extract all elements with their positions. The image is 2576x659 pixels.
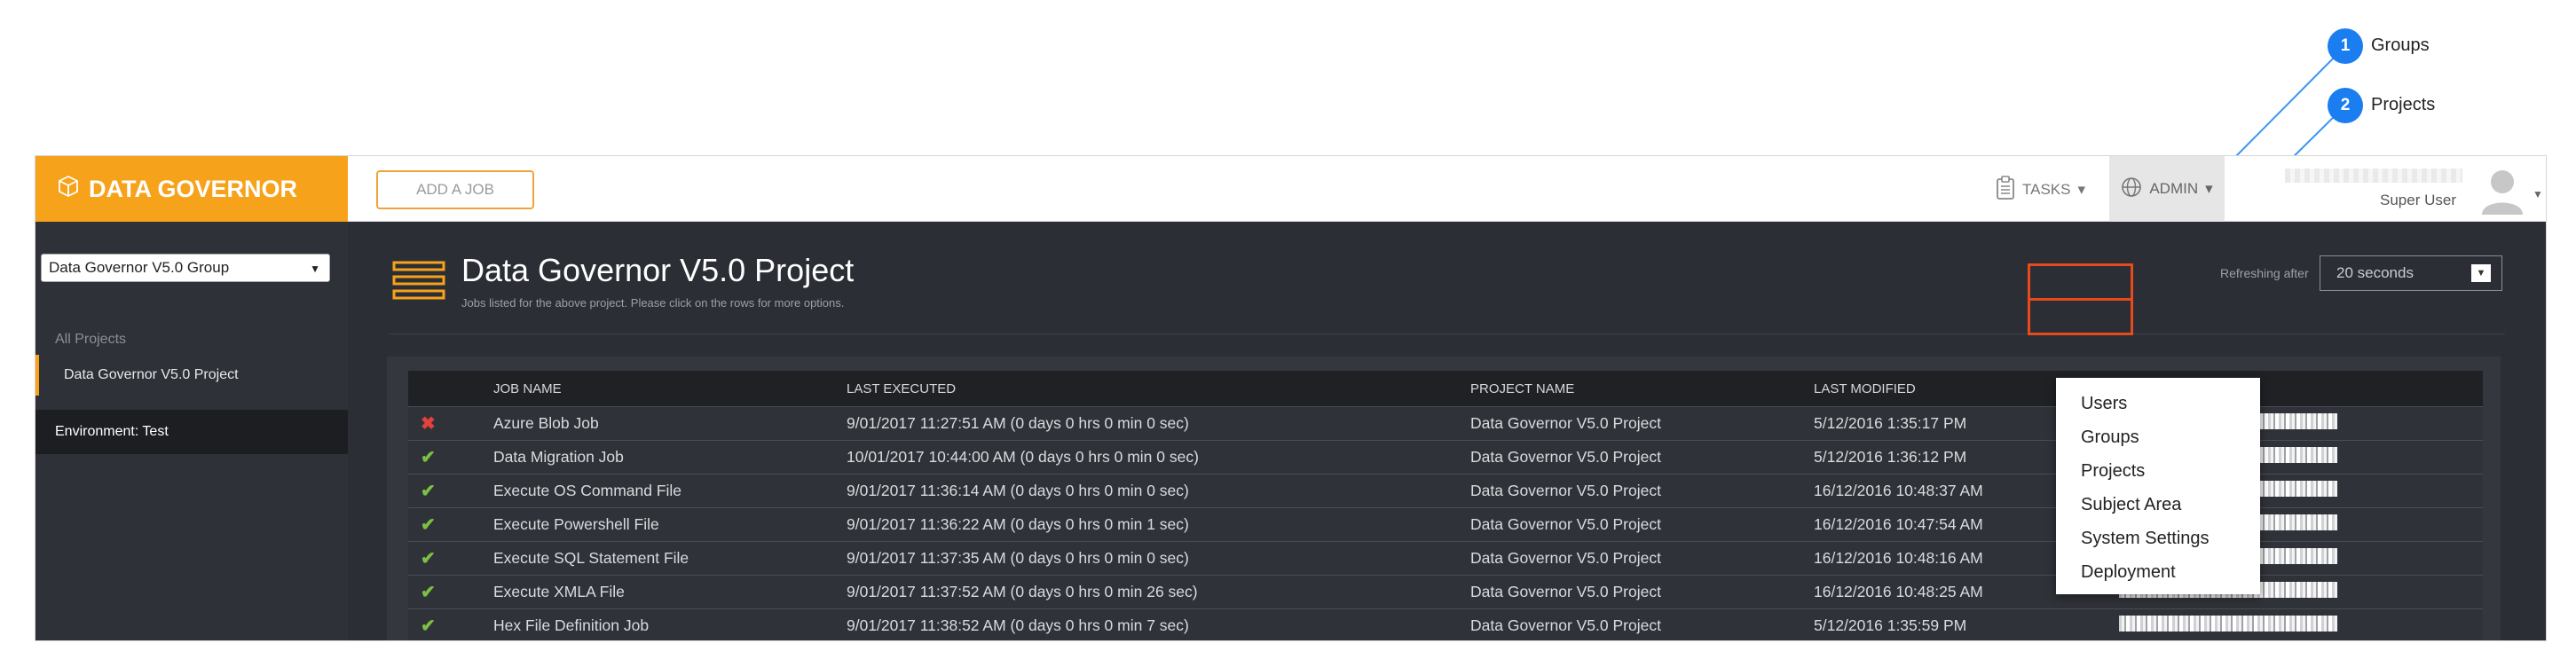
column-header-last-executed[interactable]: LAST EXECUTED <box>847 381 1470 396</box>
admin-dropdown-menu: Users Groups Projects Subject Area Syste… <box>2056 378 2260 594</box>
app-window: DATA GOVERNOR ADD A JOB TASKS ▾ ADMIN ▾ … <box>35 156 2546 640</box>
cell-last-executed: 10/01/2017 10:44:00 AM (0 days 0 hrs 0 m… <box>847 448 1199 466</box>
top-bar: ADD A JOB TASKS ▾ ADMIN ▾ Super User ▼ <box>348 156 2546 222</box>
group-select-value: Data Governor V5.0 Group <box>49 259 230 276</box>
table-row[interactable]: ✔ Hex File Definition Job 9/01/2017 11:38:… <box>408 608 2483 640</box>
cell-last-executed: 9/01/2017 11:36:14 AM (0 days 0 hrs 0 mi… <box>847 482 1189 499</box>
cell-project-name: Data Governor V5.0 Project <box>1470 448 1661 466</box>
user-role: Super User <box>2380 192 2456 208</box>
cell-project-name: Data Governor V5.0 Project <box>1470 482 1661 499</box>
cell-project-name: Data Governor V5.0 Project <box>1470 616 1661 634</box>
check-icon: ✔ <box>421 616 436 636</box>
column-header-job-name[interactable]: JOB NAME <box>493 381 847 396</box>
user-menu-caret-icon[interactable]: ▼ <box>2533 188 2543 200</box>
projects-highlight-box <box>2028 298 2133 335</box>
callout-label-1: Groups <box>2371 35 2430 55</box>
cell-project-name: Data Governor V5.0 Project <box>1470 414 1661 432</box>
cell-job-name: Azure Blob Job <box>493 414 599 432</box>
menu-item-system-settings[interactable]: System Settings <box>2056 522 2260 555</box>
clipboard-icon <box>1996 175 2015 205</box>
check-icon: ✔ <box>421 482 436 501</box>
cell-job-name: Hex File Definition Job <box>493 616 650 634</box>
cell-project-name: Data Governor V5.0 Project <box>1470 583 1661 600</box>
check-icon: ✔ <box>421 583 436 602</box>
menu-item-deployment[interactable]: Deployment <box>2056 555 2260 589</box>
caret-down-icon: ▾ <box>2077 181 2086 198</box>
tasks-menu[interactable]: TASKS ▾ <box>1996 174 2085 206</box>
user-avatar-icon[interactable] <box>2480 167 2525 215</box>
user-name-redacted <box>2285 169 2462 183</box>
caret-down-icon: ▾ <box>2205 180 2213 197</box>
page-subtitle: Jobs listed for the above project. Pleas… <box>461 296 845 310</box>
cell-job-name: Execute XMLA File <box>493 583 625 600</box>
brand-title: DATA GOVERNOR <box>89 175 297 202</box>
admin-menu[interactable]: ADMIN ▾ <box>2109 156 2225 222</box>
sidebar: Data Governor V5.0 Group ▼ All Projects … <box>35 222 348 640</box>
admin-label: ADMIN <box>2149 180 2199 197</box>
select-caret-icon: ▼ <box>310 263 320 275</box>
cell-last-executed: 9/01/2017 11:38:52 AM (0 days 0 hrs 0 mi… <box>847 616 1189 634</box>
cell-last-executed: 9/01/2017 11:37:52 AM (0 days 0 hrs 0 mi… <box>847 583 1198 600</box>
menu-item-groups[interactable]: Groups <box>2056 420 2260 454</box>
refresh-interval-select[interactable]: 20 seconds ▼ <box>2320 255 2502 291</box>
sidebar-item-project[interactable]: Data Governor V5.0 Project <box>35 355 348 396</box>
cell-job-name: Execute OS Command File <box>493 482 682 499</box>
menu-item-subject-area[interactable]: Subject Area <box>2056 488 2260 522</box>
cell-project-name: Data Governor V5.0 Project <box>1470 515 1661 533</box>
cell-last-executed: 9/01/2017 11:37:35 AM (0 days 0 hrs 0 mi… <box>847 549 1189 567</box>
callout-badge-2: 2 <box>2328 88 2363 123</box>
globe-icon <box>2121 177 2142 202</box>
cell-job-name: Execute SQL Statement File <box>493 549 689 567</box>
callout-label-2: Projects <box>2371 95 2436 114</box>
cell-last-executed: 9/01/2017 11:27:51 AM (0 days 0 hrs 0 mi… <box>847 414 1189 432</box>
callout-badge-1: 1 <box>2328 28 2363 64</box>
cube-icon <box>57 175 89 204</box>
check-icon: ✔ <box>421 515 436 535</box>
cell-job-name: Data Migration Job <box>493 448 624 466</box>
brand-logo[interactable]: DATA GOVERNOR <box>35 156 348 222</box>
cross-icon: ✖ <box>421 414 436 434</box>
groups-highlight-box <box>2028 263 2133 301</box>
refresh-label: Refreshing after <box>2220 266 2309 280</box>
divider <box>389 333 2505 334</box>
add-job-button[interactable]: ADD A JOB <box>376 170 534 209</box>
select-caret-icon: ▼ <box>2471 264 2491 282</box>
menu-item-projects[interactable]: Projects <box>2056 454 2260 488</box>
environment-label: Environment: Test <box>35 410 348 454</box>
group-select[interactable]: Data Governor V5.0 Group ▼ <box>41 254 330 282</box>
column-header-project-name[interactable]: PROJECT NAME <box>1470 381 1814 396</box>
cell-project-name: Data Governor V5.0 Project <box>1470 549 1661 567</box>
cell-last-executed: 9/01/2017 11:36:22 AM (0 days 0 hrs 0 mi… <box>847 515 1189 533</box>
check-icon: ✔ <box>421 448 436 467</box>
project-list-icon <box>392 261 445 300</box>
screenshot-canvas: 1 Groups 2 Projects DATA GOVERNOR ADD A … <box>0 0 2576 659</box>
redacted-value <box>2119 616 2337 632</box>
all-projects-link[interactable]: All Projects <box>55 332 126 348</box>
check-icon: ✔ <box>421 549 436 569</box>
refresh-interval-value: 20 seconds <box>2336 264 2414 281</box>
cell-job-name: Execute Powershell File <box>493 515 659 533</box>
page-title: Data Governor V5.0 Project <box>461 252 855 288</box>
menu-item-users[interactable]: Users <box>2056 387 2260 420</box>
cell-last-modified: 5/12/2016 1:35:59 PM <box>1814 616 1967 634</box>
tasks-label: TASKS <box>2022 181 2071 198</box>
